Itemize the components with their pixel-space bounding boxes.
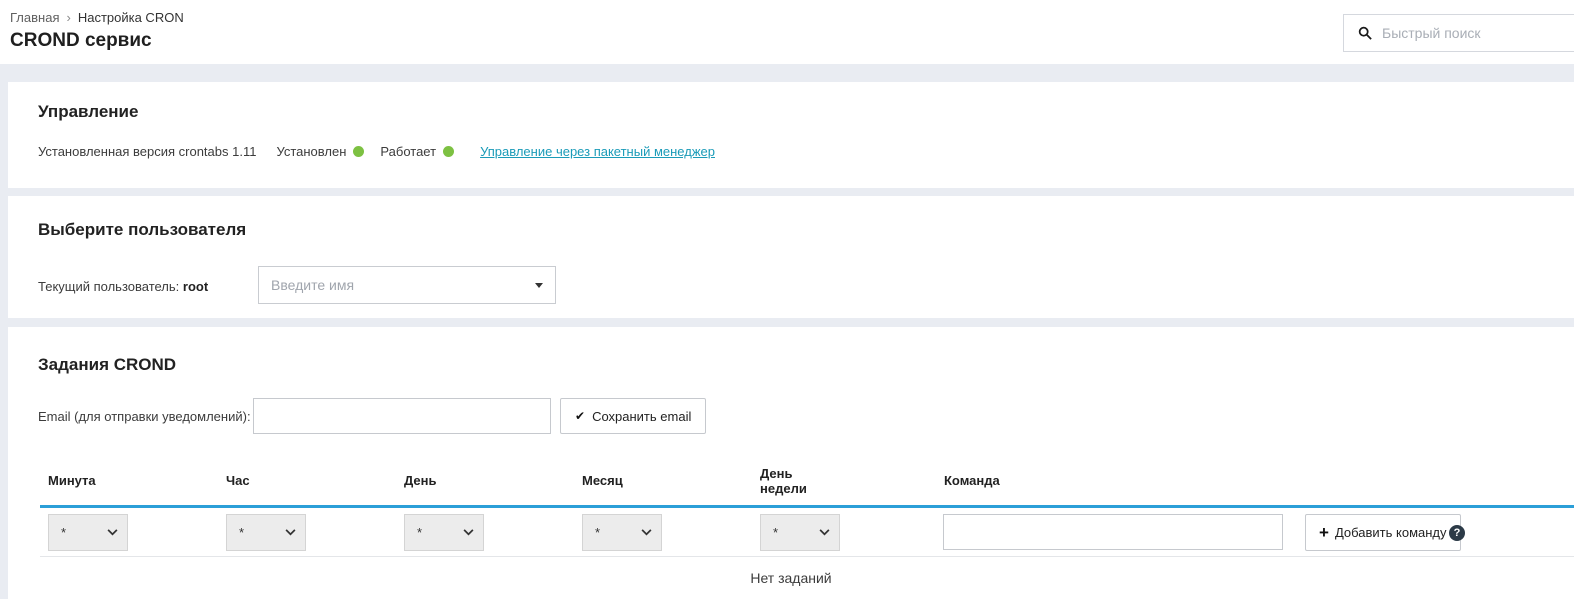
month-select[interactable]: *	[582, 514, 662, 551]
minute-select-value: *	[61, 525, 107, 540]
page-title: CROND сервис	[10, 30, 152, 52]
chevron-down-icon	[285, 529, 296, 536]
column-header-hour: Час	[226, 473, 250, 488]
running-status-label: Работает	[380, 144, 436, 159]
current-user-label-text: Текущий пользователь:	[38, 279, 179, 294]
column-header-minute: Минута	[48, 473, 96, 488]
add-command-button[interactable]: + Добавить команду	[1305, 514, 1461, 551]
hour-select-value: *	[239, 525, 285, 540]
breadcrumb-separator-icon: ›	[66, 10, 70, 25]
search-icon	[1358, 26, 1372, 40]
version-text: Установленная версия crontabs 1.11	[38, 144, 256, 159]
status-ok-icon	[353, 146, 364, 157]
status-ok-icon	[443, 146, 454, 157]
breadcrumb: Главная › Настройка CRON	[10, 10, 184, 25]
hour-select[interactable]: *	[226, 514, 306, 551]
empty-tasks-message: Нет заданий	[8, 570, 1574, 586]
page-header: Главная › Настройка CRON CROND сервис	[0, 0, 1574, 64]
card-select-user: Выберите пользователя Текущий пользовате…	[8, 196, 1574, 318]
card-management: Управление Установленная версия crontabs…	[8, 82, 1574, 188]
chevron-down-icon	[463, 529, 474, 536]
save-email-button-label: Сохранить email	[592, 409, 691, 424]
chevron-down-icon	[641, 529, 652, 536]
save-email-button[interactable]: ✔ Сохранить email	[560, 398, 706, 434]
running-status: Работает	[380, 144, 454, 159]
plus-icon: +	[1319, 524, 1329, 541]
installed-status: Установлен	[276, 144, 364, 159]
breadcrumb-current: Настройка CRON	[78, 10, 184, 25]
column-header-command: Команда	[944, 473, 1000, 488]
package-manager-link[interactable]: Управление через пакетный менеджер	[480, 144, 715, 159]
help-icon[interactable]: ?	[1449, 525, 1465, 541]
breadcrumb-home[interactable]: Главная	[10, 10, 59, 25]
row-divider	[40, 556, 1574, 557]
add-command-button-label: Добавить команду	[1335, 525, 1447, 540]
day-select[interactable]: *	[404, 514, 484, 551]
card-crond-tasks: Задания CROND Email (для отправки уведом…	[8, 327, 1574, 599]
column-header-day: День	[404, 473, 437, 488]
installed-status-label: Установлен	[276, 144, 346, 159]
crond-tasks-heading: Задания CROND	[38, 355, 176, 375]
chevron-down-icon	[819, 529, 830, 536]
column-header-month: Месяц	[582, 473, 623, 488]
weekday-select-value: *	[773, 525, 819, 540]
weekday-select[interactable]: *	[760, 514, 840, 551]
quick-search	[1343, 14, 1574, 52]
email-input[interactable]	[253, 398, 551, 434]
check-icon: ✔	[575, 409, 585, 423]
user-select[interactable]: Введите имя	[258, 266, 556, 304]
chevron-down-icon	[107, 529, 118, 536]
select-user-heading: Выберите пользователя	[38, 220, 246, 240]
column-header-weekday: День недели	[760, 466, 812, 496]
caret-down-icon	[535, 283, 543, 288]
management-info-row: Установленная версия crontabs 1.11 Устан…	[38, 144, 715, 159]
current-user-value: root	[183, 279, 208, 294]
minute-select[interactable]: *	[48, 514, 128, 551]
user-select-placeholder: Введите имя	[271, 277, 535, 293]
management-heading: Управление	[38, 102, 138, 122]
month-select-value: *	[595, 525, 641, 540]
table-header-divider	[40, 505, 1574, 508]
day-select-value: *	[417, 525, 463, 540]
email-label: Email (для отправки уведомлений):	[38, 409, 251, 424]
command-input[interactable]	[943, 514, 1283, 550]
current-user-label: Текущий пользователь: root	[38, 279, 208, 294]
search-input[interactable]	[1382, 25, 1574, 41]
